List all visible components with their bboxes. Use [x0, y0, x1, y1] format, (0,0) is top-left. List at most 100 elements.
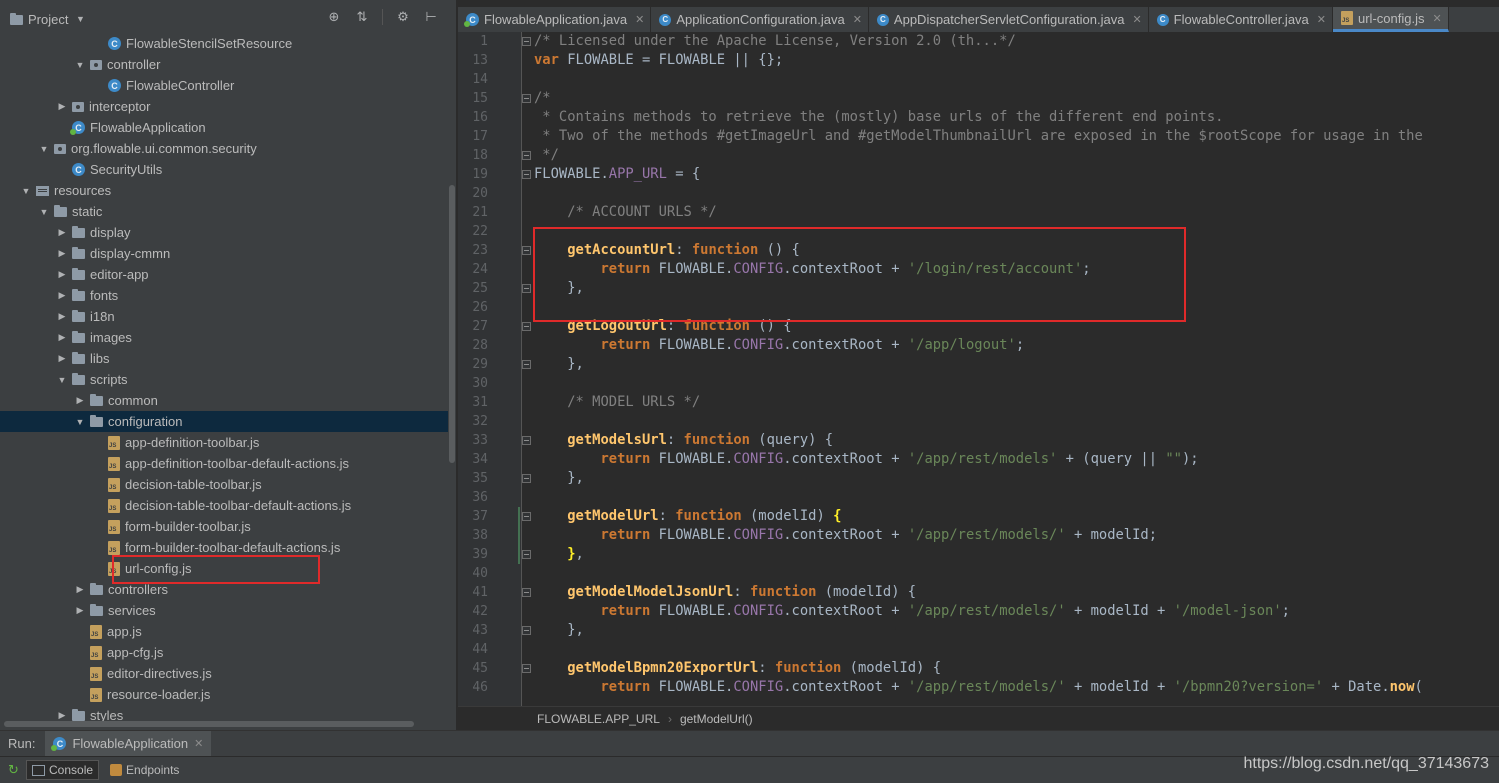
console-tab[interactable]: Console: [26, 760, 100, 780]
tree-item[interactable]: app-definition-toolbar-default-actions.j…: [0, 453, 448, 474]
tree-vertical-scrollbar[interactable]: [449, 185, 455, 463]
tree-item[interactable]: ▼ scripts: [0, 369, 448, 390]
collapsed-arrow-icon[interactable]: ▶: [56, 332, 68, 344]
breadcrumb-item-object[interactable]: FLOWABLE.APP_URL: [537, 712, 660, 726]
editor-tab[interactable]: C AppDispatcherServletConfiguration.java ✕: [869, 7, 1149, 32]
fold-toggle-icon[interactable]: [522, 588, 531, 597]
fold-toggle-icon[interactable]: [522, 474, 531, 483]
tree-item[interactable]: editor-directives.js: [0, 663, 448, 684]
chevron-down-icon[interactable]: ▼: [72, 11, 88, 27]
code-token: * Two of the methods #getImageUrl and #g…: [534, 128, 1423, 144]
line-number: 21: [472, 205, 488, 220]
collapsed-arrow-icon[interactable]: ▶: [56, 311, 68, 323]
tree-item[interactable]: decision-table-toolbar.js: [0, 474, 448, 495]
collapsed-arrow-icon[interactable]: ▶: [56, 710, 68, 722]
run-config-tab[interactable]: C FlowableApplication ✕: [45, 731, 212, 756]
tree-item[interactable]: ▶ i18n: [0, 306, 448, 327]
tree-item[interactable]: C FlowableStencilSetResource: [0, 33, 448, 54]
tree-item[interactable]: ▼ static: [0, 201, 448, 222]
code-area[interactable]: /* Licensed under the Apache License, Ve…: [534, 32, 1499, 706]
fold-toggle-icon[interactable]: [522, 360, 531, 369]
expanded-arrow-icon[interactable]: ▼: [56, 374, 68, 386]
folder-icon: [72, 331, 85, 343]
fold-toggle-icon[interactable]: [522, 664, 531, 673]
tree-item[interactable]: ▶ display: [0, 222, 448, 243]
fold-toggle-icon[interactable]: [522, 170, 531, 179]
editor-tab[interactable]: url-config.js ✕: [1333, 7, 1449, 32]
editor-tab[interactable]: C FlowableController.java ✕: [1149, 7, 1333, 32]
collapse-all-icon[interactable]: ⇅: [354, 9, 370, 25]
fold-toggle-icon[interactable]: [522, 284, 531, 293]
fold-toggle-icon[interactable]: [522, 512, 531, 521]
tree-item[interactable]: ▶ editor-app: [0, 264, 448, 285]
close-icon[interactable]: ✕: [1432, 12, 1441, 25]
tree-item[interactable]: C FlowableController: [0, 75, 448, 96]
scroll-from-source-icon[interactable]: ⊕: [326, 9, 342, 25]
collapsed-arrow-icon[interactable]: ▶: [56, 101, 68, 113]
tree-item[interactable]: ▶ fonts: [0, 285, 448, 306]
fold-toggle-icon[interactable]: [522, 436, 531, 445]
fold-toggle-icon[interactable]: [522, 151, 531, 160]
tree-item[interactable]: form-builder-toolbar.js: [0, 516, 448, 537]
close-icon[interactable]: ✕: [194, 737, 203, 750]
fold-toggle-icon[interactable]: [522, 246, 531, 255]
collapsed-arrow-icon[interactable]: ▶: [74, 605, 86, 617]
tree-item[interactable]: ▶ common: [0, 390, 448, 411]
tree-item[interactable]: ▶ interceptor: [0, 96, 448, 117]
collapsed-arrow-icon[interactable]: ▶: [56, 290, 68, 302]
expanded-arrow-icon[interactable]: ▼: [20, 185, 32, 197]
collapsed-arrow-icon[interactable]: ▶: [74, 584, 86, 596]
package-icon: [72, 101, 84, 112]
tree-item[interactable]: ▼ org.flowable.ui.common.security: [0, 138, 448, 159]
fold-toggle-icon[interactable]: [522, 37, 531, 46]
tree-item[interactable]: ▶ display-cmmn: [0, 243, 448, 264]
editor-tab[interactable]: C ApplicationConfiguration.java ✕: [651, 7, 869, 32]
gear-icon[interactable]: ⚙: [395, 9, 411, 25]
fold-toggle-icon[interactable]: [522, 626, 531, 635]
tree-item[interactable]: C FlowableApplication: [0, 117, 448, 138]
endpoints-tab[interactable]: Endpoints: [105, 761, 184, 779]
code-editor[interactable]: 1 13 14 15 16 17 18 19 20 21 22 23 24 25 26 27 28 29 30 31 3…: [458, 32, 1499, 706]
close-icon[interactable]: ✕: [1317, 13, 1326, 26]
tree-item[interactable]: ▼ configuration: [0, 411, 448, 432]
fold-toggle-icon[interactable]: [522, 322, 531, 331]
collapsed-arrow-icon[interactable]: ▶: [56, 248, 68, 260]
expanded-arrow-icon[interactable]: ▼: [38, 143, 50, 155]
expanded-arrow-icon[interactable]: ▼: [38, 206, 50, 218]
tree-item[interactable]: ▶ libs: [0, 348, 448, 369]
close-icon[interactable]: ✕: [635, 13, 644, 26]
breadcrumb-item-function[interactable]: getModelUrl(): [680, 712, 753, 726]
fold-toggle-icon[interactable]: [522, 94, 531, 103]
rerun-icon[interactable]: ↻: [8, 763, 20, 776]
collapsed-arrow-icon[interactable]: ▶: [74, 395, 86, 407]
fold-toggle-icon[interactable]: [522, 550, 531, 559]
tree-item-label: decision-table-toolbar.js: [125, 477, 262, 492]
close-icon[interactable]: ✕: [853, 13, 862, 26]
vcs-change-marker[interactable]: [518, 526, 520, 545]
line-number: 40: [472, 566, 488, 581]
close-icon[interactable]: ✕: [1132, 13, 1141, 26]
tree-item[interactable]: resource-loader.js: [0, 684, 448, 705]
tree-item[interactable]: ▶ services: [0, 600, 448, 621]
code-token: ,: [575, 546, 584, 562]
project-panel-title[interactable]: Project: [28, 12, 68, 27]
tree-item[interactable]: decision-table-toolbar-default-actions.j…: [0, 495, 448, 516]
tree-item[interactable]: app-definition-toolbar.js: [0, 432, 448, 453]
hide-panel-icon[interactable]: ⊢: [423, 9, 439, 25]
collapsed-arrow-icon[interactable]: ▶: [56, 353, 68, 365]
tree-item[interactable]: app.js: [0, 621, 448, 642]
collapsed-arrow-icon[interactable]: ▶: [56, 269, 68, 281]
endpoints-icon: [110, 764, 123, 776]
tree-item[interactable]: app-cfg.js: [0, 642, 448, 663]
tree-item[interactable]: ▼ controller: [0, 54, 448, 75]
expanded-arrow-icon[interactable]: ▼: [74, 416, 86, 428]
tree-item[interactable]: C SecurityUtils: [0, 159, 448, 180]
vcs-change-marker[interactable]: [518, 545, 520, 564]
vcs-change-marker[interactable]: [518, 507, 520, 526]
editor-tab[interactable]: C FlowableApplication.java ✕: [458, 7, 652, 32]
collapsed-arrow-icon[interactable]: ▶: [56, 227, 68, 239]
tree-item[interactable]: ▼ resources: [0, 180, 448, 201]
expanded-arrow-icon[interactable]: ▼: [74, 59, 86, 71]
tree-horizontal-scrollbar[interactable]: [4, 721, 414, 727]
tree-item[interactable]: ▶ images: [0, 327, 448, 348]
